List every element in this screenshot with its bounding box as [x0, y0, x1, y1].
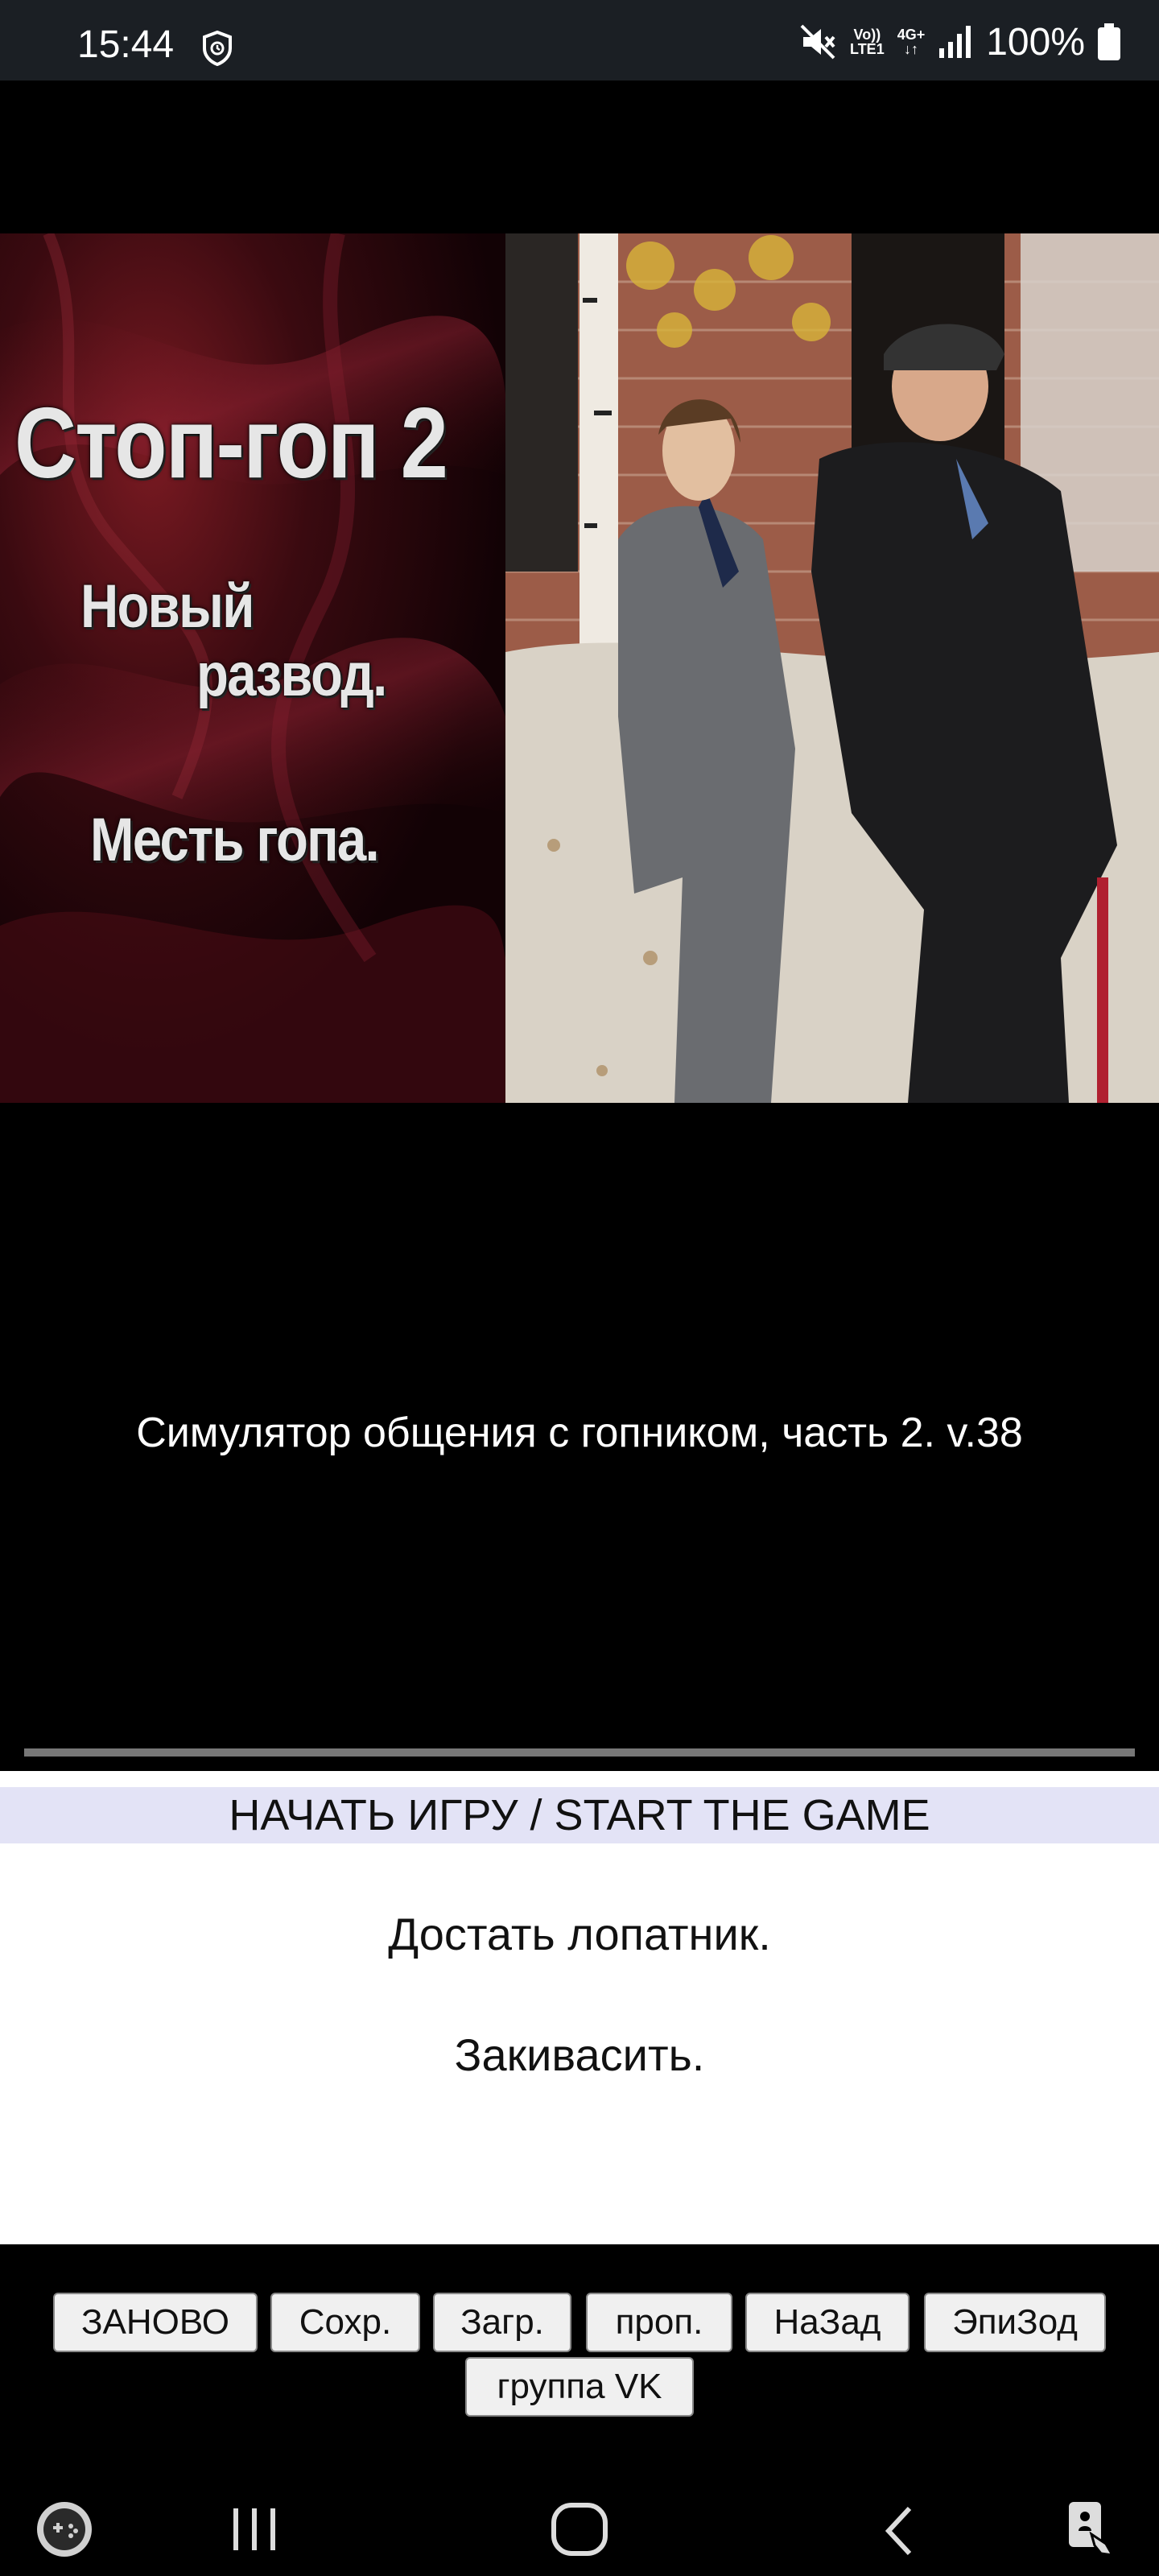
network-type-icon: 4G+ ↓↑	[897, 27, 926, 57]
skip-button[interactable]: проп.	[586, 2293, 732, 2352]
status-time: 15:44	[77, 23, 175, 66]
cover-photo	[505, 233, 1159, 1103]
signal-icon	[939, 26, 971, 58]
home-icon[interactable]	[547, 2500, 612, 2558]
network-type-label: 4G+	[897, 27, 926, 43]
choices-panel: НАЧАТЬ ИГРУ / START THE GAME Достать лоп…	[0, 1771, 1159, 2244]
episode-button[interactable]: ЭпиЗод	[924, 2293, 1106, 2352]
volte-bottom-label: LTE1	[850, 41, 885, 57]
game-area: Стоп-гоп 2 Новый развод. Месть гопа. Сим…	[0, 80, 1159, 1755]
game-subtitle: Симулятор общения с гопником, часть 2. v…	[136, 1410, 1023, 1456]
load-button[interactable]: Загр.	[433, 2293, 571, 2352]
vk-group-button[interactable]: группа VK	[465, 2357, 694, 2417]
divider-bar	[24, 1748, 1135, 1757]
cover-image: Стоп-гоп 2 Новый развод. Месть гопа.	[0, 233, 1159, 1103]
volte-top-label: Vo))	[853, 27, 881, 43]
status-icons: Vo)) LTE1 4G+ ↓↑ 100%	[798, 18, 1120, 66]
cover-title: Стоп-гоп 2	[14, 388, 448, 499]
choice-option[interactable]: Достать лопатник.	[0, 1908, 1159, 1960]
android-nav-bar	[0, 2463, 1159, 2576]
save-button[interactable]: Сохр.	[270, 2293, 420, 2352]
cover-subtitle-line-3: Месть гопа.	[90, 806, 380, 874]
back-icon[interactable]	[877, 2502, 926, 2560]
volte-icon: Vo)) LTE1	[850, 27, 885, 56]
recent-apps-icon[interactable]	[229, 2504, 280, 2555]
restart-button[interactable]: ЗАНОВО	[53, 2293, 258, 2352]
cover-subtitle-line-1: Новый	[80, 572, 254, 641]
start-game-link[interactable]: НАЧАТЬ ИГРУ / START THE GAME	[0, 1787, 1159, 1843]
choice-option[interactable]: Закивасить.	[0, 2029, 1159, 2081]
status-bar: 15:44 Vo)) LTE1 4G+ ↓↑ 100%	[0, 0, 1159, 80]
mute-icon	[800, 24, 835, 60]
shield-icon	[203, 31, 232, 66]
battery-percent: 100%	[986, 20, 1085, 64]
battery-icon	[1098, 23, 1120, 60]
game-toolbar: ЗАНОВО Сохр. Загр. проп. НаЗад ЭпиЗод гр…	[0, 2244, 1159, 2463]
cover-subtitle-line-2: развод.	[196, 641, 387, 709]
accessibility-icon[interactable]	[1064, 2499, 1122, 2560]
back-button[interactable]: НаЗад	[745, 2293, 909, 2352]
game-launcher-icon[interactable]	[35, 2500, 93, 2558]
